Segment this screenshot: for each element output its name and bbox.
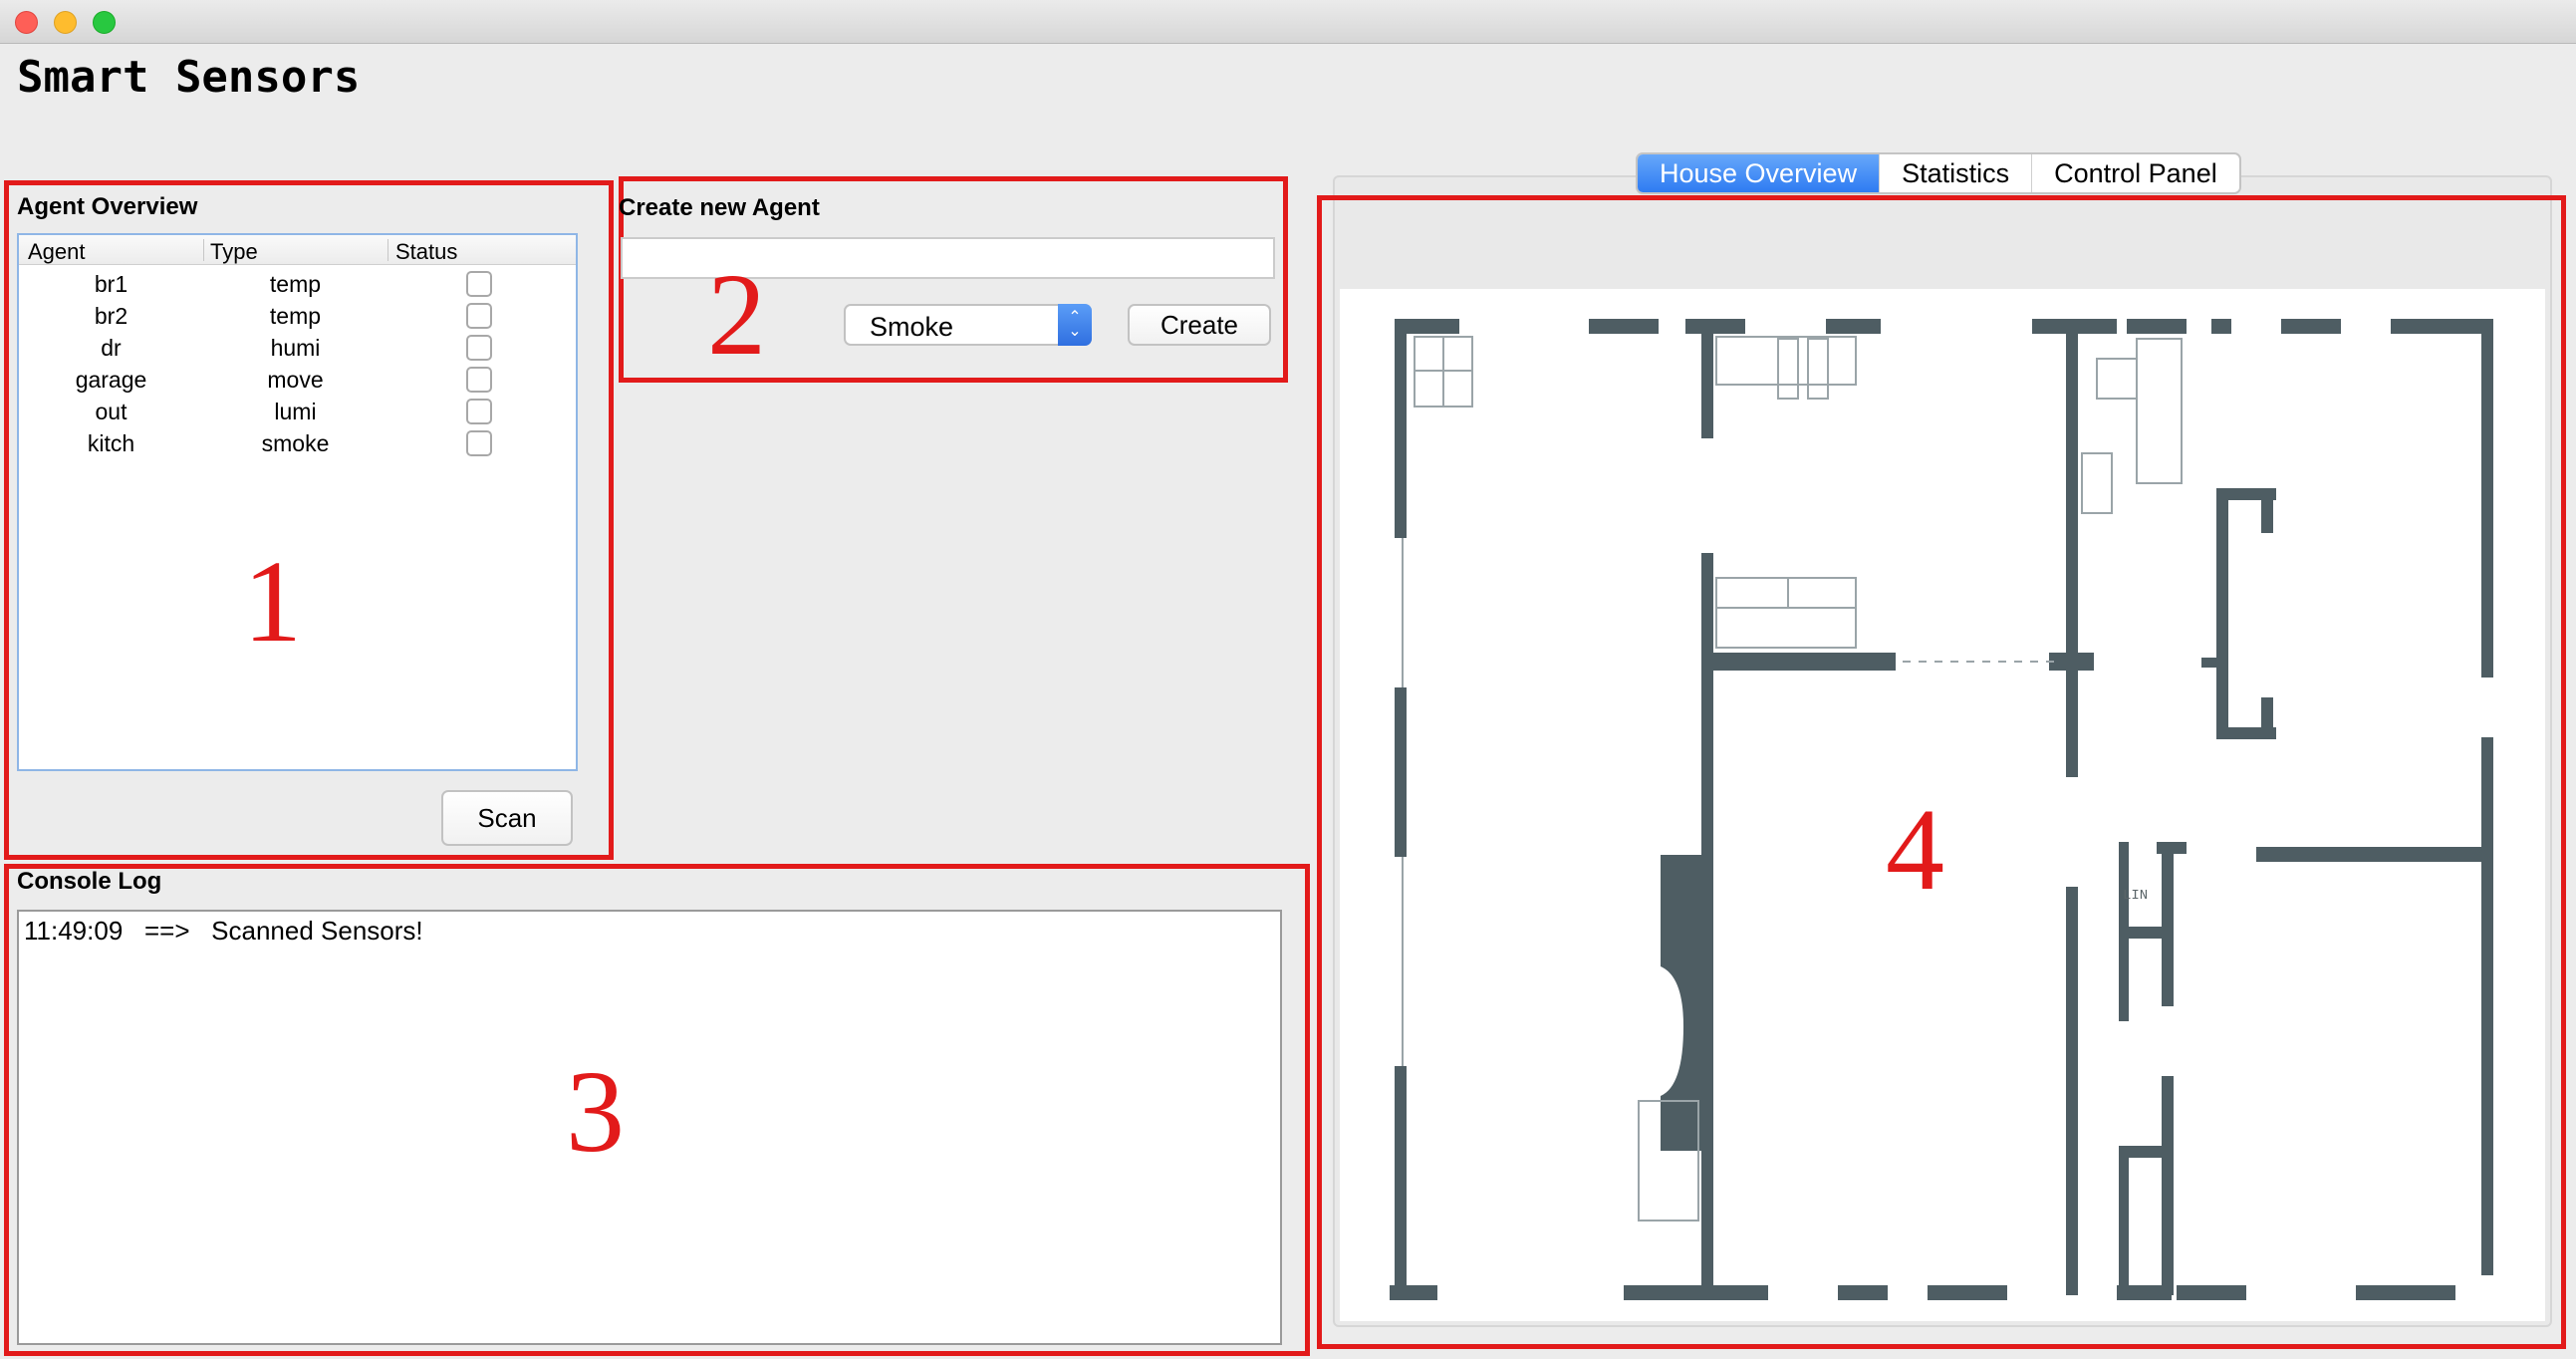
agent-table[interactable]: Agent Type Status br1 temp br2 temp dr h…	[17, 233, 578, 771]
agent-name-cell: dr	[101, 335, 122, 361]
annotation-number-2: 2	[707, 249, 766, 380]
table-header: Agent Type Status	[19, 235, 576, 265]
tab-house-overview[interactable]: House Overview	[1638, 154, 1881, 192]
app-title: Smart Sensors	[17, 52, 361, 103]
create-button[interactable]: Create	[1128, 304, 1271, 346]
agent-type-cell: temp	[269, 271, 322, 297]
table-row[interactable]: br1 temp	[19, 269, 576, 301]
table-row[interactable]: kitch smoke	[19, 428, 576, 460]
status-checkbox[interactable]	[466, 271, 492, 297]
tab-control-panel[interactable]: Control Panel	[2032, 154, 2239, 192]
status-checkbox[interactable]	[466, 367, 492, 393]
agent-type-cell: temp	[269, 303, 322, 329]
agent-name-cell: kitch	[87, 430, 135, 456]
agent-type-cell: lumi	[274, 399, 317, 424]
tab-statistics[interactable]: Statistics	[1880, 154, 2033, 192]
table-row[interactable]: garage move	[19, 365, 576, 397]
agent-type-cell: humi	[270, 335, 321, 361]
column-header-agent[interactable]: Agent	[28, 239, 86, 265]
status-checkbox[interactable]	[466, 303, 492, 329]
agent-type-cell: move	[267, 367, 324, 393]
linen-label: LIN	[2123, 888, 2148, 904]
annotation-number-3: 3	[566, 1046, 625, 1177]
agent-overview-title: Agent Overview	[17, 193, 198, 220]
maximize-window-icon[interactable]	[93, 11, 116, 34]
agent-type-select[interactable]: Smoke ⌃ ⌄	[844, 304, 1092, 346]
agent-name-cell: garage	[75, 367, 147, 393]
agent-type-cell: smoke	[261, 430, 330, 456]
column-header-status[interactable]: Status	[395, 239, 457, 265]
console-log-area[interactable]: 11:49:09 ==> Scanned Sensors!	[17, 910, 1282, 1345]
scan-button[interactable]: Scan	[441, 790, 573, 846]
table-row[interactable]: dr humi	[19, 333, 576, 365]
close-window-icon[interactable]	[15, 11, 38, 34]
window-titlebar	[0, 0, 2576, 44]
agent-name-cell: br2	[94, 303, 129, 329]
annotation-number-4: 4	[1886, 784, 1944, 915]
agent-type-select-value: Smoke	[870, 312, 954, 342]
create-agent-title: Create new Agent	[619, 194, 820, 221]
status-checkbox[interactable]	[466, 399, 492, 424]
table-row[interactable]: out lumi	[19, 397, 576, 428]
agent-name-cell: br1	[94, 271, 129, 297]
table-row[interactable]: br2 temp	[19, 301, 576, 333]
chevron-up-down-icon[interactable]: ⌃ ⌄	[1058, 304, 1092, 346]
console-log-title: Console Log	[17, 868, 162, 895]
tab-bar: House Overview Statistics Control Panel	[1636, 152, 2241, 194]
annotation-number-1: 1	[243, 536, 302, 667]
status-checkbox[interactable]	[466, 430, 492, 456]
minimize-window-icon[interactable]	[54, 11, 77, 34]
status-checkbox[interactable]	[466, 335, 492, 361]
console-line: 11:49:09 ==> Scanned Sensors!	[24, 916, 423, 946]
column-header-type[interactable]: Type	[210, 239, 258, 265]
agent-name-cell: out	[95, 399, 128, 424]
